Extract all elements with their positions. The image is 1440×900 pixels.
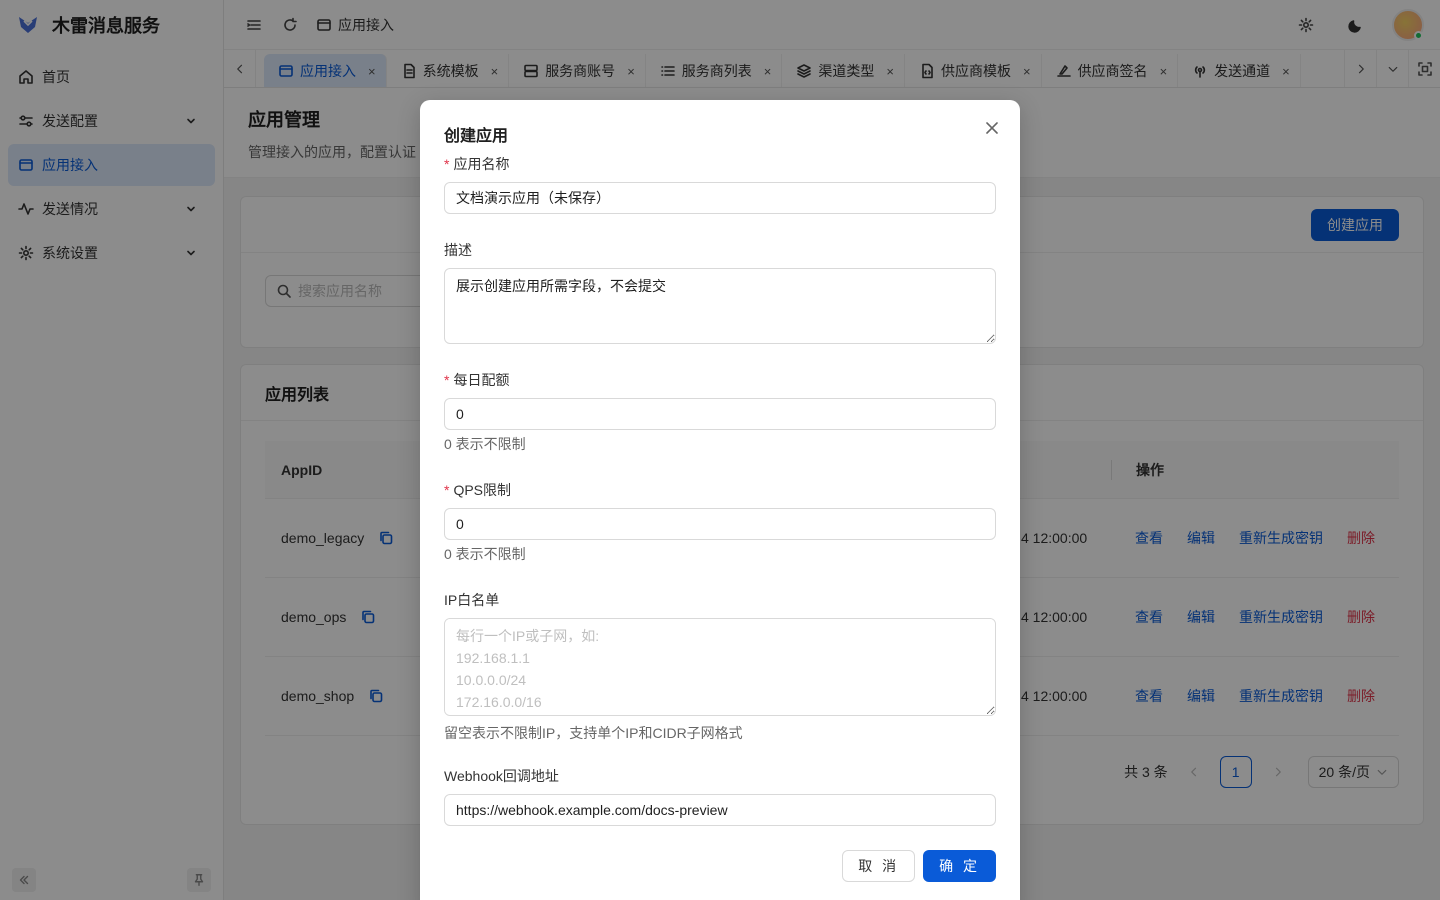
field-daily-quota: * 每日配额 0 0 表示不限制	[444, 370, 996, 454]
ip-whitelist-help: 留空表示不限制IP，支持单个IP和CIDR子网格式	[444, 725, 743, 741]
field-app-name: * 应用名称 文档演示应用（未保存）	[444, 154, 996, 214]
webhook-url-label: Webhook回调地址	[444, 768, 559, 784]
cancel-button[interactable]: 取 消	[842, 850, 916, 882]
webhook-url-input[interactable]: https://webhook.example.com/docs-preview	[444, 794, 996, 826]
description-label: 描述	[444, 242, 472, 258]
required-mark: *	[444, 156, 450, 172]
close-icon[interactable]	[984, 120, 1000, 136]
app-name-label-text: 应用名称	[453, 156, 510, 172]
description-textarea[interactable]: 展示创建应用所需字段，不会提交	[444, 268, 996, 344]
qps-limit-label-text: QPS限制	[453, 482, 512, 498]
ip-whitelist-label: IP白名单	[444, 592, 500, 608]
daily-quota-help: 0 表示不限制	[444, 436, 526, 452]
app-name-input[interactable]: 文档演示应用（未保存）	[444, 182, 996, 214]
qps-limit-input[interactable]: 0	[444, 508, 996, 540]
daily-quota-label: * 每日配额	[444, 370, 996, 392]
confirm-button[interactable]: 确 定	[923, 850, 996, 882]
modal-footer: 取 消 确 定	[842, 850, 996, 882]
required-mark: *	[444, 372, 450, 388]
daily-quota-label-text: 每日配额	[453, 372, 510, 388]
field-qps-limit: * QPS限制 0 0 表示不限制	[444, 480, 996, 564]
qps-limit-help: 0 表示不限制	[444, 546, 526, 562]
qps-limit-label: * QPS限制	[444, 480, 996, 502]
field-description: 描述 展示创建应用所需字段，不会提交	[444, 240, 996, 347]
modal-title: 创建应用	[444, 128, 509, 145]
field-ip-whitelist: IP白名单 留空表示不限制IP，支持单个IP和CIDR子网格式	[444, 590, 996, 743]
required-mark: *	[444, 482, 450, 498]
ip-whitelist-textarea[interactable]	[444, 618, 996, 716]
field-webhook-url: Webhook回调地址 https://webhook.example.com/…	[444, 766, 996, 826]
create-app-modal: 创建应用 * 应用名称 文档演示应用（未保存） 描述 展示创建应用所需字段，不会提…	[420, 100, 1020, 900]
daily-quota-input[interactable]: 0	[444, 398, 996, 430]
app-name-label: * 应用名称	[444, 154, 996, 176]
